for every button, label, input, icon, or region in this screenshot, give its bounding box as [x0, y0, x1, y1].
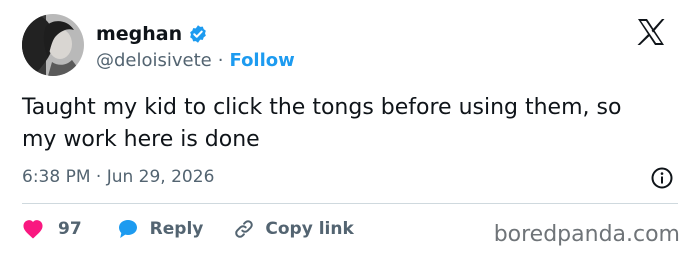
- author-handle-row: @deloisivete · Follow: [96, 48, 295, 72]
- copy-link-label: Copy link: [265, 219, 354, 239]
- author-handle[interactable]: @deloisivete: [96, 50, 212, 71]
- follow-button[interactable]: Follow: [230, 50, 295, 71]
- copy-link-button[interactable]: Copy link: [233, 218, 354, 240]
- like-button[interactable]: 97: [22, 219, 82, 239]
- author-name-row: meghan: [96, 21, 208, 47]
- verified-badge-icon: [188, 24, 208, 44]
- reply-label: Reply: [149, 219, 204, 239]
- reply-button[interactable]: Reply: [116, 218, 204, 240]
- divider: [22, 203, 678, 204]
- avatar[interactable]: [22, 14, 84, 76]
- separator-dot: ·: [217, 49, 224, 71]
- x-logo-icon[interactable]: [636, 18, 666, 46]
- link-icon: [233, 218, 255, 240]
- heart-icon: [22, 219, 44, 239]
- like-count: 97: [58, 219, 82, 239]
- action-bar: 97 Reply Copy link: [22, 214, 354, 244]
- tweet-timestamp[interactable]: 6:38 PM · Jun 29, 2026: [22, 167, 214, 187]
- watermark: boredpanda.com: [493, 222, 680, 247]
- author-display-name[interactable]: meghan: [96, 23, 182, 45]
- reply-icon: [116, 218, 140, 240]
- info-icon[interactable]: [650, 166, 674, 190]
- tweet-text: Taught my kid to click the tongs before …: [22, 95, 622, 152]
